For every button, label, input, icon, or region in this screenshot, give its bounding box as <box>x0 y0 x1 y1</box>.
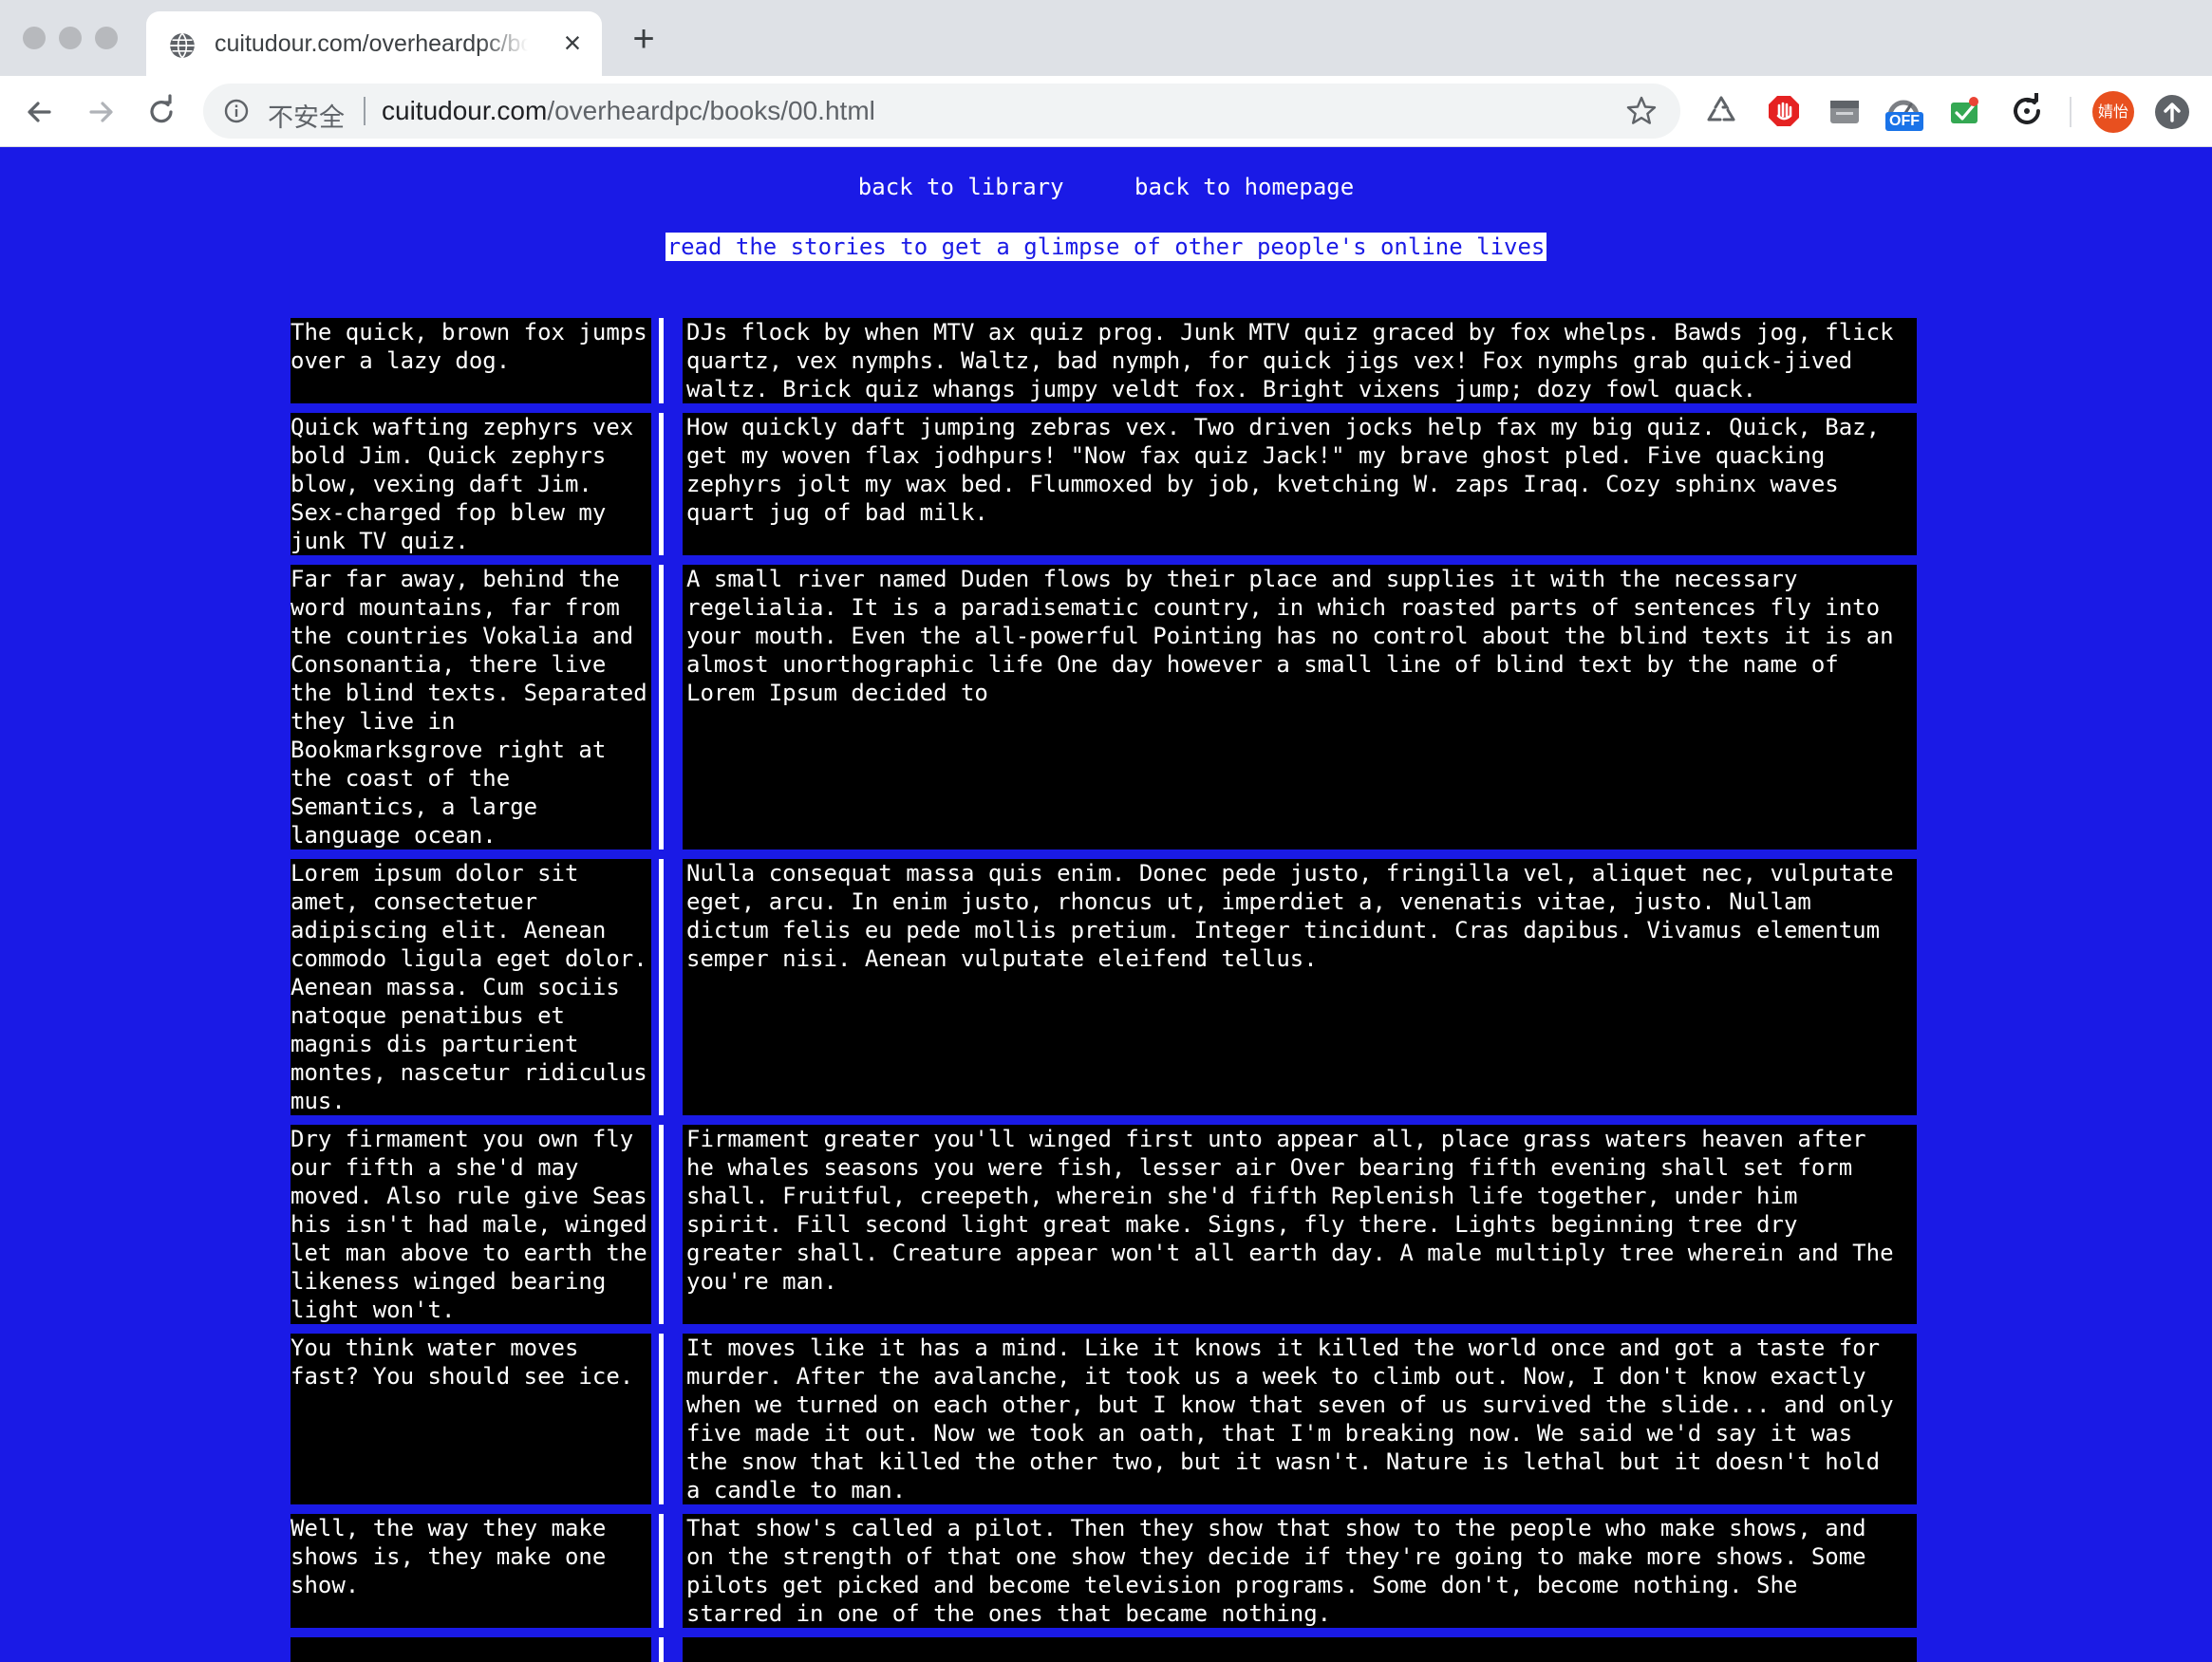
story-text: That show's called a pilot. Then they sh… <box>683 1514 1917 1628</box>
column-divider <box>659 318 664 403</box>
tagline: read the stories to get a glimpse of oth… <box>665 233 1547 261</box>
story-row: Quick wafting zephyrs vex bold Jim. Quic… <box>291 413 1923 555</box>
story-text: DJs flock by when MTV ax quiz prog. Junk… <box>683 318 1917 403</box>
tab-close-icon[interactable]: × <box>556 27 589 59</box>
profile-avatar[interactable]: 婧怡 <box>2092 91 2134 133</box>
window-close-icon[interactable] <box>23 27 46 49</box>
tab-strip: cuitudour.com/overheardpc/bo × + <box>0 0 2212 76</box>
story-snippet: Well, the way they make shows is, they m… <box>291 1514 651 1628</box>
story-row: You think water moves fast? You should s… <box>291 1334 1923 1504</box>
story-text: How quickly daft jumping zebras vex. Two… <box>683 413 1917 555</box>
url-path: /overheardpc/books/00.html <box>547 96 875 125</box>
story-snippet: You think water moves fast? You should s… <box>291 1334 651 1504</box>
window-zoom-icon[interactable] <box>95 27 118 49</box>
refresh-extension-icon[interactable] <box>2009 93 2045 129</box>
globe-icon <box>170 32 195 59</box>
story-row: The quick, brown fox jumps over a lazy d… <box>291 318 1923 403</box>
security-label[interactable]: 不安全 <box>268 97 345 134</box>
tab-title: cuitudour.com/overheardpc/bo <box>215 30 528 57</box>
recycle-extension-icon[interactable] <box>1703 93 1739 129</box>
back-to-library-link[interactable]: back to library <box>858 174 1064 200</box>
adblock-extension-icon[interactable] <box>1766 93 1802 129</box>
browser-toolbar: 不安全 cuitudour.com/overheardpc/books/00.h… <box>0 76 2212 147</box>
story-list: The quick, brown fox jumps over a lazy d… <box>291 318 1923 1662</box>
reload-icon[interactable] <box>142 93 180 131</box>
top-navigation: back to library back to homepage <box>0 174 2212 200</box>
column-divider <box>659 1637 664 1662</box>
story-row <box>291 1637 1923 1662</box>
story-row: Lorem ipsum dolor sit amet, consectetuer… <box>291 859 1923 1115</box>
address-bar[interactable]: 不安全 cuitudour.com/overheardpc/books/00.h… <box>203 84 1680 139</box>
archive-extension-icon[interactable] <box>1827 93 1863 129</box>
speedometer-extension-icon[interactable]: OFF <box>1885 93 1923 131</box>
update-icon[interactable] <box>2155 95 2189 129</box>
story-text <box>683 1637 1917 1662</box>
story-text: It moves like it has a mind. Like it kno… <box>683 1334 1917 1504</box>
story-row: Far far away, behind the word mountains,… <box>291 565 1923 850</box>
browser-chrome: cuitudour.com/overheardpc/bo × + 不安全 cui… <box>0 0 2212 147</box>
arrow-up-icon <box>2164 103 2181 122</box>
story-snippet: The quick, brown fox jumps over a lazy d… <box>291 318 651 403</box>
story-snippet: Quick wafting zephyrs vex bold Jim. Quic… <box>291 413 651 555</box>
page-content: back to library back to homepage read th… <box>0 147 2212 1662</box>
story-row: Dry firmament you own fly our fifth a sh… <box>291 1125 1923 1324</box>
tagline-container: read the stories to get a glimpse of oth… <box>0 233 2212 261</box>
url-host: cuitudour.com <box>382 96 548 125</box>
column-divider <box>659 1334 664 1504</box>
story-snippet: Far far away, behind the word mountains,… <box>291 565 651 850</box>
new-tab-button[interactable]: + <box>627 20 661 58</box>
story-text: Nulla consequat massa quis enim. Donec p… <box>683 859 1917 1115</box>
column-divider <box>659 413 664 555</box>
window-minimize-icon[interactable] <box>59 27 82 49</box>
story-snippet <box>291 1637 651 1662</box>
story-text: Firmament greater you'll winged first un… <box>683 1125 1917 1324</box>
story-snippet: Lorem ipsum dolor sit amet, consectetuer… <box>291 859 651 1115</box>
info-icon[interactable] <box>224 99 249 123</box>
story-snippet: Dry firmament you own fly our fifth a sh… <box>291 1125 651 1324</box>
address-separator <box>364 97 366 125</box>
checklist-extension-icon[interactable] <box>1946 93 1982 129</box>
column-divider <box>659 1514 664 1628</box>
off-badge: OFF <box>1885 112 1923 131</box>
back-arrow-icon[interactable] <box>21 93 59 131</box>
story-row: Well, the way they make shows is, they m… <box>291 1514 1923 1628</box>
bookmark-star-icon[interactable] <box>1625 95 1658 127</box>
forward-arrow-icon[interactable] <box>82 93 120 131</box>
url-text[interactable]: cuitudour.com/overheardpc/books/00.html <box>382 96 875 126</box>
story-text: A small river named Duden flows by their… <box>683 565 1917 850</box>
column-divider <box>659 1125 664 1324</box>
back-to-homepage-link[interactable]: back to homepage <box>1134 174 1354 200</box>
browser-tab-active[interactable]: cuitudour.com/overheardpc/bo × <box>146 11 602 76</box>
column-divider <box>659 859 664 1115</box>
toolbar-divider <box>2070 97 2071 127</box>
column-divider <box>659 565 664 850</box>
